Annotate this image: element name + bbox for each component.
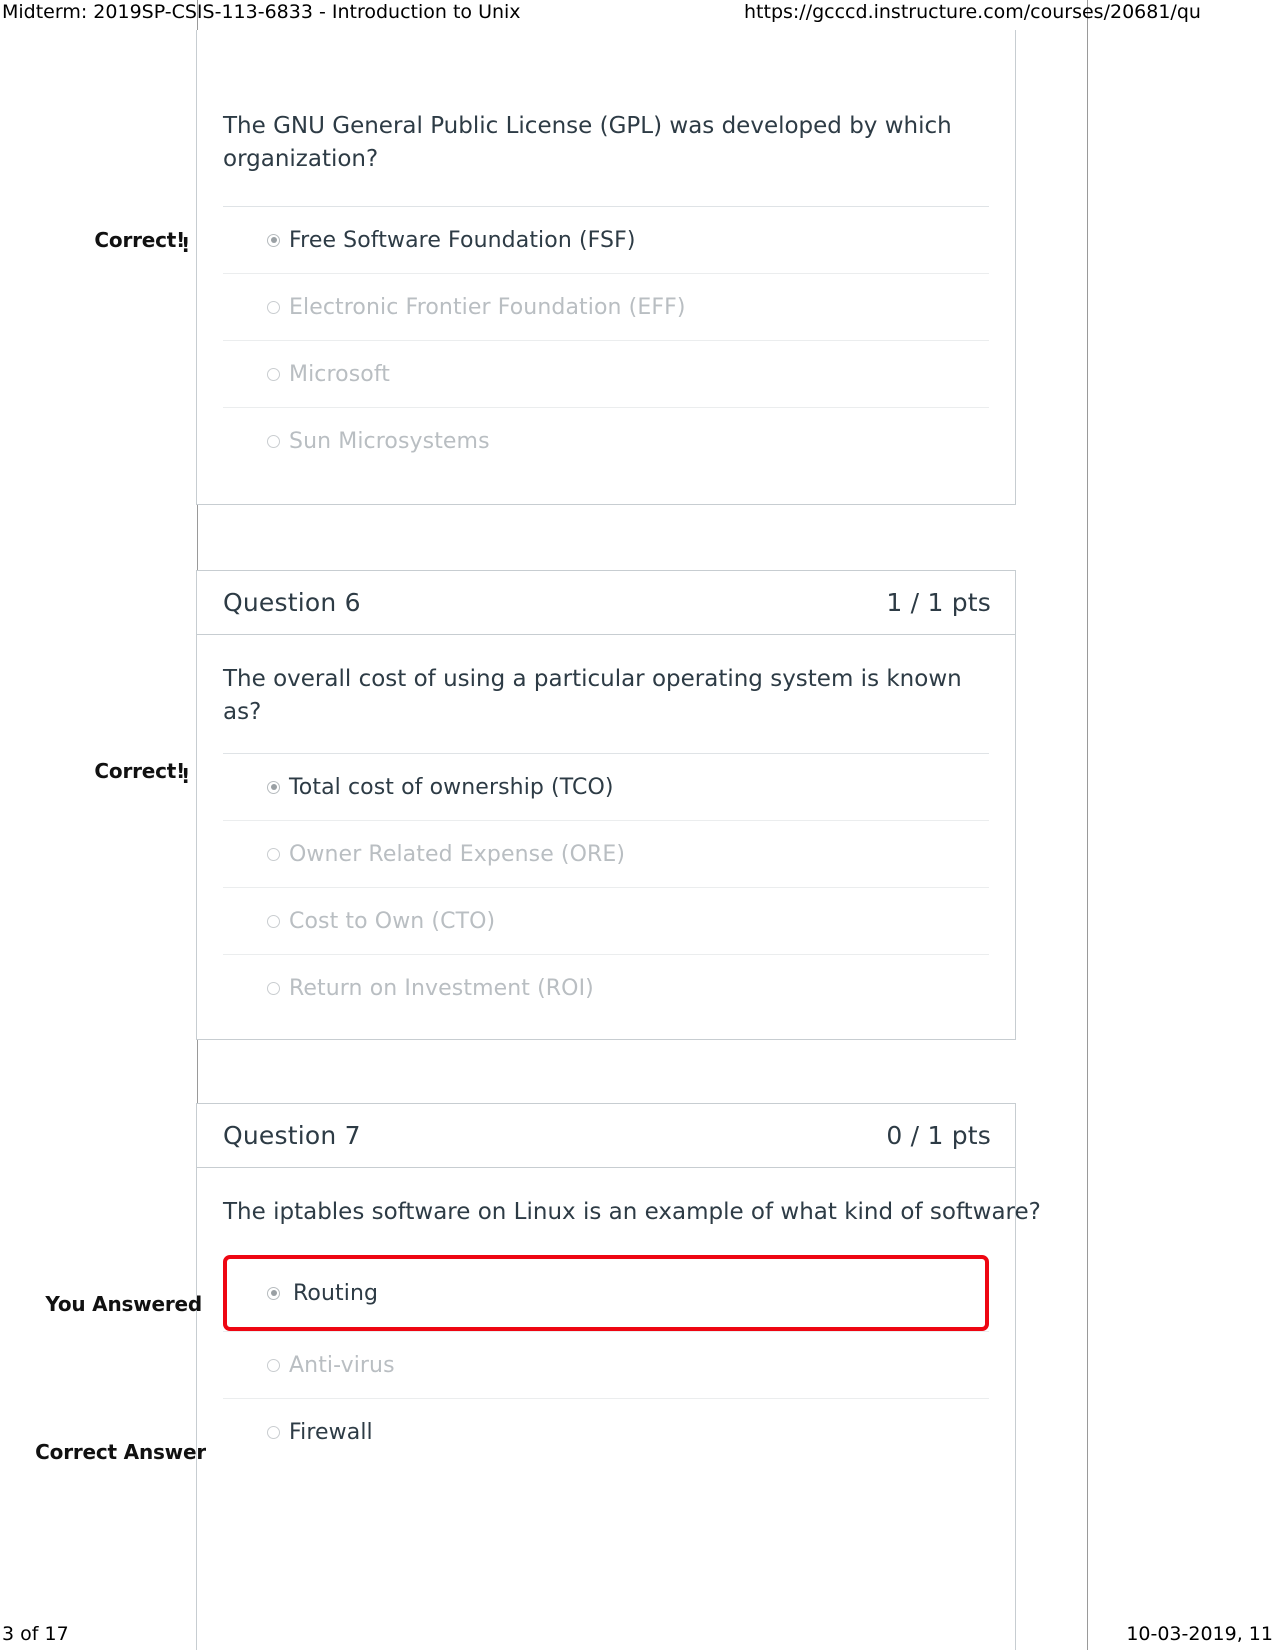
radio-icon[interactable]: [267, 300, 280, 314]
print-footer-date: 10-03-2019, 11: [1126, 1623, 1273, 1645]
answer-option[interactable]: Electronic Frontier Foundation (EFF): [223, 273, 989, 340]
radio-icon[interactable]: [267, 434, 280, 448]
answer-list: Routing Anti-virus Firewall: [197, 1255, 1015, 1465]
radio-selected-icon[interactable]: [267, 233, 280, 247]
answer-option-selected-wrong[interactable]: Routing: [223, 1255, 989, 1331]
question-points: 0 / 1 pts: [886, 1121, 991, 1150]
question-header: Question 7 0 / 1 pts: [197, 1104, 1015, 1168]
print-header: Midterm: 2019SP-CSIS-113-6833 - Introduc…: [0, 0, 1275, 30]
radio-icon[interactable]: [267, 981, 280, 995]
answer-option[interactable]: Microsoft: [223, 340, 989, 407]
question-block-6: Question 6 1 / 1 pts The overall cost of…: [196, 570, 1016, 1040]
question-title: Question 6: [223, 588, 361, 617]
radio-icon[interactable]: [267, 367, 280, 381]
print-header-url: https://gcccd.instructure.com/courses/20…: [744, 1, 1201, 23]
answer-label: Cost to Own (CTO): [289, 908, 496, 934]
answer-label: Electronic Frontier Foundation (EFF): [289, 294, 686, 320]
radio-icon[interactable]: [267, 1358, 280, 1372]
print-footer-page: 3 of 17: [2, 1623, 69, 1645]
status-badge-label: Correct Answer: [35, 1440, 206, 1464]
question-title: Question 7: [223, 1121, 361, 1150]
answer-option-correct[interactable]: Firewall: [223, 1398, 989, 1465]
radio-icon[interactable]: [267, 914, 280, 928]
status-badge-label: Correct!: [94, 759, 186, 783]
question-points: 1 / 1 pts: [886, 588, 991, 617]
answer-label: Sun Microsystems: [289, 428, 490, 454]
status-badge-correct-q6: Correct!!: [94, 759, 190, 788]
answer-label: Microsoft: [289, 361, 391, 387]
question-prompt: The iptables software on Linux is an exa…: [223, 1199, 1041, 1225]
answer-label: Total cost of ownership (TCO): [289, 774, 614, 800]
answer-option[interactable]: Owner Related Expense (ORE): [223, 820, 989, 887]
question-block-7: Question 7 0 / 1 pts The iptables softwa…: [196, 1103, 1041, 1650]
answer-label: Anti-virus: [289, 1352, 395, 1378]
answer-option[interactable]: Return on Investment (ROI): [223, 954, 989, 1021]
answer-option[interactable]: Total cost of ownership (TCO): [223, 753, 989, 820]
print-header-title: Midterm: 2019SP-CSIS-113-6833 - Introduc…: [2, 1, 521, 23]
status-badge-label: You Answered: [45, 1292, 202, 1316]
status-badge-correct-q5: Correct!!: [94, 228, 190, 257]
question-header: Question 6 1 / 1 pts: [197, 571, 1015, 635]
crop-rule-right: [1087, 0, 1088, 1650]
answer-label: Firewall: [289, 1419, 373, 1445]
question-prompt: The overall cost of using a particular o…: [223, 666, 962, 725]
radio-selected-icon[interactable]: [267, 780, 280, 794]
question-prompt: The GNU General Public License (GPL) was…: [223, 113, 952, 172]
radio-selected-icon[interactable]: [267, 1286, 280, 1300]
answer-label: Free Software Foundation (FSF): [289, 227, 636, 253]
radio-icon[interactable]: [267, 847, 280, 861]
status-badge-you-answered: You Answered: [22, 1292, 202, 1321]
answer-list: Total cost of ownership (TCO) Owner Rela…: [197, 753, 1015, 1021]
answer-label: Routing: [293, 1280, 379, 1306]
answer-option[interactable]: Sun Microsystems: [223, 407, 989, 474]
answer-list: Free Software Foundation (FSF) Electroni…: [197, 206, 1015, 474]
status-badge-correct-answer: Correct Answer: [22, 1440, 206, 1469]
answer-option[interactable]: Anti-virus: [223, 1331, 989, 1398]
answer-label: Owner Related Expense (ORE): [289, 841, 626, 867]
answer-option[interactable]: Cost to Own (CTO): [223, 887, 989, 954]
print-footer: 3 of 17 10-03-2019, 11: [0, 1616, 1275, 1650]
status-badge-label: Correct!: [94, 228, 186, 252]
answer-label: Return on Investment (ROI): [289, 975, 594, 1001]
question-block-5: The GNU General Public License (GPL) was…: [196, 30, 1016, 505]
answer-option[interactable]: Free Software Foundation (FSF): [223, 206, 989, 273]
radio-icon[interactable]: [267, 1425, 280, 1439]
